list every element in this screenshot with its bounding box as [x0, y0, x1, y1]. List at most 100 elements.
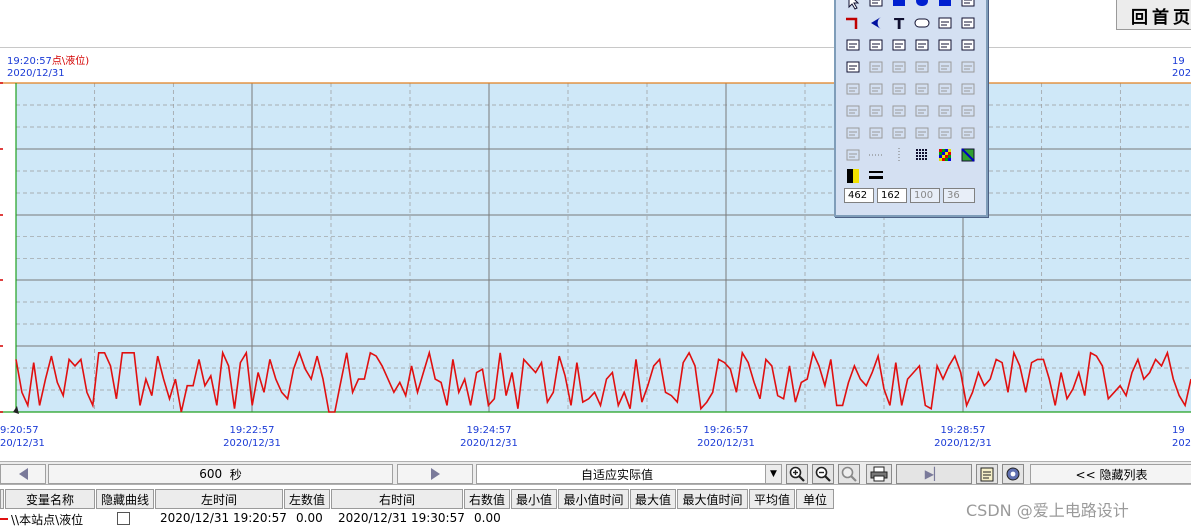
palette-field-x[interactable]: 462: [844, 188, 874, 203]
column-header-hide[interactable]: 隐藏曲线: [96, 489, 154, 509]
row-left-value: 0.00: [296, 511, 323, 525]
pipe-icon[interactable]: [846, 17, 858, 29]
align-right-icon[interactable]: [961, 83, 975, 95]
alarm-icon[interactable]: [938, 39, 952, 51]
arrow-left-icon: [18, 468, 28, 480]
paste-icon[interactable]: [961, 61, 975, 73]
palette-field-y[interactable]: 162: [877, 188, 907, 203]
space-h-icon[interactable]: [938, 105, 952, 117]
column-header-avg[interactable]: 平均值: [749, 489, 795, 509]
hide-list-button[interactable]: << 隐藏列表: [1030, 464, 1191, 484]
front-icon[interactable]: [846, 105, 860, 117]
print-button[interactable]: [866, 464, 892, 484]
hide-curve-checkbox[interactable]: [117, 512, 130, 525]
trend-icon[interactable]: [915, 39, 929, 51]
pointer-icon[interactable]: [848, 0, 860, 10]
report-icon[interactable]: [846, 39, 860, 51]
rotate-icon[interactable]: [846, 149, 860, 161]
rounded-rect-icon[interactable]: [914, 18, 930, 28]
align-left-icon[interactable]: [915, 83, 929, 95]
time-span-field[interactable]: 600 秒: [48, 464, 393, 484]
line-icon[interactable]: [869, 0, 883, 7]
column-header-unit[interactable]: 单位: [796, 489, 834, 509]
grid-icon[interactable]: [916, 149, 927, 160]
row-right-time: 2020/12/31 19:30:57: [338, 511, 465, 525]
left-time: 19:20:57: [7, 56, 52, 67]
play-end-icon: ▶▏: [924, 467, 944, 481]
connector-icon[interactable]: [961, 39, 975, 51]
dropdown-arrow-icon: ▼: [765, 465, 781, 483]
ellipse-icon[interactable]: [916, 0, 928, 6]
align-middle-icon[interactable]: [869, 83, 883, 95]
align-h-icon[interactable]: [846, 127, 860, 139]
align-top-icon[interactable]: [846, 83, 860, 95]
notes-button[interactable]: [976, 464, 998, 484]
control-bar: 600 秒 自适应实际值 ▼ ▶▏ << 隐藏列表: [0, 461, 1191, 485]
zoom-out-button[interactable]: [812, 464, 834, 484]
trend-chart[interactable]: [0, 82, 1191, 420]
redo-icon[interactable]: [892, 61, 906, 73]
distribute-v-icon[interactable]: [915, 127, 929, 139]
button-icon[interactable]: [938, 17, 952, 29]
zoom-in-button[interactable]: [786, 464, 808, 484]
palette-color-icon[interactable]: [939, 149, 951, 161]
fill-icon[interactable]: [961, 148, 975, 162]
align-bottom-icon[interactable]: [892, 83, 906, 95]
copy-icon[interactable]: [938, 61, 952, 73]
column-header-min-time[interactable]: 最小值时间: [558, 489, 629, 509]
x-axis-tick-label: 19:28:57 2020/12/31: [933, 424, 993, 450]
align-center-icon[interactable]: [938, 83, 952, 95]
row-left-time: 2020/12/31 19:20:57: [160, 511, 287, 525]
x-axis-tick-date: 20/12/31: [0, 438, 45, 449]
palette-tool-grid[interactable]: T: [844, 0, 984, 184]
sector-icon[interactable]: [871, 17, 881, 29]
home-button[interactable]: 回首页: [1116, 0, 1191, 30]
gear-icon: [1006, 467, 1020, 481]
rectangle-icon[interactable]: [939, 0, 951, 6]
tool-palette[interactable]: T 462 162 100 36: [834, 0, 988, 217]
control-icon[interactable]: [892, 39, 906, 51]
row-right-value: 0.00: [474, 511, 501, 525]
picture-icon[interactable]: [869, 39, 883, 51]
column-header-max[interactable]: 最大值: [630, 489, 676, 509]
back-icon[interactable]: [869, 105, 883, 117]
plot-background: [16, 83, 1191, 412]
group-icon[interactable]: [892, 105, 906, 117]
polyline-icon[interactable]: [961, 0, 975, 7]
polygon-icon[interactable]: [893, 0, 905, 6]
x-axis-tick-time: 19:22:57: [229, 425, 275, 436]
arrow-right-icon: [430, 468, 440, 480]
ungroup-icon[interactable]: [915, 105, 929, 117]
scale-mode-value: 自适应实际值: [581, 467, 654, 482]
column-header-name[interactable]: 变量名称: [5, 489, 95, 509]
x-axis-tick-label: 19:22:57 2020/12/31: [222, 424, 282, 450]
contrast-icon[interactable]: [847, 169, 859, 183]
column-header-min[interactable]: 最小值: [511, 489, 557, 509]
bitmap-icon[interactable]: [961, 17, 975, 29]
column-header-max-time[interactable]: 最大值时间: [677, 489, 748, 509]
text-icon[interactable]: T: [894, 15, 905, 33]
align-v-icon[interactable]: [869, 127, 883, 139]
x-axis-tick-label: 9:20:57 20/12/31: [0, 424, 45, 450]
column-header-right-time[interactable]: 右时间: [331, 489, 463, 509]
flip-v-icon[interactable]: [961, 127, 975, 139]
distribute-icon[interactable]: [892, 127, 906, 139]
scroll-right-button[interactable]: [397, 464, 473, 484]
flip-h-icon[interactable]: [938, 127, 952, 139]
undo-icon[interactable]: [869, 61, 883, 73]
scroll-left-button[interactable]: [0, 464, 46, 484]
column-header-left-value[interactable]: 左数值: [284, 489, 330, 509]
zoom-reset-button[interactable]: [838, 464, 860, 484]
zoom-reset-icon: [841, 466, 857, 482]
line-width-icon[interactable]: [869, 171, 883, 179]
cut-icon[interactable]: [915, 61, 929, 73]
settings-button[interactable]: [1002, 464, 1024, 484]
column-header-right-value[interactable]: 右数值: [464, 489, 510, 509]
play-end-button[interactable]: ▶▏: [896, 464, 972, 484]
scale-mode-select[interactable]: 自适应实际值 ▼: [476, 464, 782, 484]
space-v-icon[interactable]: [961, 105, 975, 117]
palette-field-width: 100: [910, 188, 940, 203]
x-axis-tick-date: 2020/12/31: [697, 438, 755, 449]
column-header-left-time[interactable]: 左时间: [155, 489, 283, 509]
component-icon[interactable]: [846, 61, 860, 73]
